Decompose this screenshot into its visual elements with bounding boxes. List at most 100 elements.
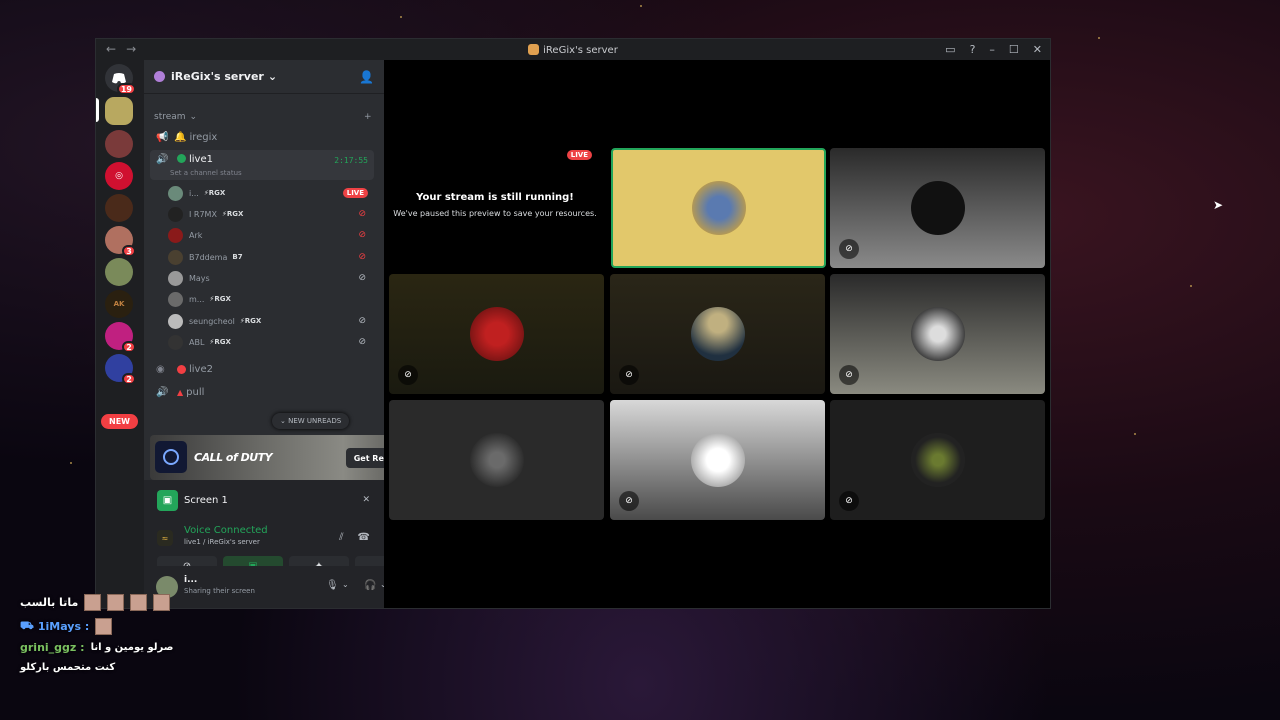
- close-button[interactable]: ✕: [1033, 43, 1042, 56]
- muted-mic-icon: ⊘: [619, 365, 639, 385]
- live-badge: LIVE: [566, 150, 592, 160]
- voice-tools: ⫽ ☎: [339, 532, 370, 543]
- avatar: [469, 433, 524, 487]
- voice-user[interactable]: i... ⚡RGX LIVE: [168, 183, 374, 203]
- chat-user: 1iMays :: [37, 620, 90, 633]
- channel-status[interactable]: Set a channel status: [170, 169, 242, 177]
- voice-status: Voice Connected: [184, 525, 268, 536]
- mouse-cursor-icon: ➤: [1213, 198, 1224, 212]
- server-icon-8[interactable]: 2: [105, 322, 136, 353]
- screen-row[interactable]: ▣ Screen 1: [157, 490, 228, 511]
- new-unreads-pill[interactable]: ⌄ NEW UNREADS: [272, 413, 350, 429]
- server-icon-4[interactable]: [105, 194, 133, 222]
- server-name: iReGix's server: [171, 70, 264, 83]
- voice-user[interactable]: B7ddema B7 ⊘: [168, 247, 374, 267]
- user-name: B7ddema: [189, 252, 228, 262]
- channel-live1[interactable]: 🔊 live1 2:17:55 Set a channel status: [150, 150, 374, 180]
- avatar: [690, 433, 745, 487]
- direct-messages-button[interactable]: 19: [105, 64, 136, 95]
- call-timer: 2:17:55: [334, 156, 368, 165]
- screen-share-icon: ▣: [157, 490, 178, 511]
- voice-user[interactable]: Mays ⊘: [168, 268, 374, 288]
- voice-location: live1 / iReGix's server: [184, 538, 260, 546]
- add-channel-icon[interactable]: +: [364, 112, 372, 122]
- voice-user[interactable]: Ark ⊘: [168, 225, 374, 245]
- discord-logo-icon: [112, 72, 126, 83]
- server-icon-3[interactable]: ◎: [105, 162, 133, 190]
- inbox-icon[interactable]: ▭: [945, 43, 955, 56]
- voice-user[interactable]: ABL ⚡RGX ⊘: [168, 332, 374, 352]
- server-irgix[interactable]: [105, 97, 133, 125]
- stream-paused-notice: LIVE Your stream is still running! We've…: [388, 148, 602, 268]
- minimize-button[interactable]: –: [989, 43, 995, 56]
- participant-tile[interactable]: ⊘: [830, 148, 1045, 268]
- star: [640, 5, 642, 7]
- badge-icon: ⛟: [20, 619, 34, 632]
- unreads-label: NEW UNREADS: [288, 417, 342, 425]
- emote-icon: [130, 594, 148, 611]
- avatar: [910, 307, 965, 361]
- server-icon-7[interactable]: AK: [105, 290, 133, 318]
- user-name: Ark: [189, 230, 203, 240]
- user-name: ABL: [189, 337, 205, 347]
- category-label: stream: [154, 112, 186, 122]
- participant-tile[interactable]: ⊘: [389, 274, 604, 394]
- avatar: [691, 181, 746, 235]
- disconnect-icon[interactable]: ☎: [358, 532, 370, 543]
- server-badge: 3: [122, 245, 136, 257]
- channel-iregix[interactable]: 📢 🔔 iregix: [150, 127, 374, 147]
- user-tag: ⚡RGX: [221, 210, 244, 218]
- category-stream[interactable]: stream ⌄ +: [154, 112, 372, 122]
- chat-user: grini_ggz :: [20, 641, 85, 654]
- server-badge: 2: [122, 373, 136, 385]
- channel-live2[interactable]: ◉ live2: [150, 359, 374, 379]
- server-header[interactable]: iReGix's server ⌄ 👤: [144, 60, 384, 94]
- voice-user[interactable]: m... ⚡RGX: [168, 289, 374, 309]
- invite-people-icon[interactable]: 👤: [359, 70, 374, 84]
- server-icon-5[interactable]: 3: [105, 226, 136, 257]
- new-unreads-badge[interactable]: NEW: [101, 414, 138, 429]
- participant-tile[interactable]: [611, 148, 826, 268]
- participant-tile[interactable]: ⊘: [830, 274, 1045, 394]
- speaker-icon: 🔊: [156, 154, 169, 165]
- star: [1134, 433, 1136, 435]
- close-screen-icon[interactable]: ✕: [362, 495, 370, 505]
- avatar: [168, 313, 183, 329]
- muted-mic-icon: ⊘: [358, 337, 366, 347]
- voice-user[interactable]: seungcheol ⚡RGX ⊘: [168, 311, 374, 331]
- user-name: i...: [189, 188, 199, 198]
- participant-tile[interactable]: [389, 400, 604, 520]
- star: [400, 16, 402, 18]
- channel-sidebar: iReGix's server ⌄ 👤 stream ⌄ + 📢 🔔 iregi…: [144, 60, 426, 608]
- chevron-down-icon[interactable]: ⌄: [342, 580, 349, 589]
- voice-user[interactable]: I R7MX ⚡RGX ⊘: [168, 204, 374, 224]
- channel-pull[interactable]: 🔊 ▲ pull: [150, 382, 374, 402]
- help-icon[interactable]: ?: [970, 43, 976, 56]
- paused-text: We've paused this preview to save your r…: [393, 209, 597, 218]
- emote-icon: [84, 594, 102, 611]
- star: [1098, 37, 1100, 39]
- avatar: [168, 249, 183, 265]
- stage-icon: ◉: [156, 363, 165, 375]
- participant-tile[interactable]: ⊘: [830, 400, 1045, 520]
- avatar: [168, 206, 183, 222]
- maximize-button[interactable]: ☐: [1009, 43, 1019, 56]
- user-status: Sharing their screen: [184, 587, 255, 595]
- muted-mic-icon: ⊘: [358, 316, 366, 326]
- muted-mic-icon: ⊘: [358, 273, 366, 283]
- microphone-icon[interactable]: 🎙: [326, 580, 339, 591]
- red-dot-icon: [177, 364, 186, 374]
- server-icon-6[interactable]: [105, 258, 133, 286]
- server-icon-2[interactable]: [105, 130, 133, 158]
- chevron-down-icon: ⌄: [189, 112, 198, 122]
- star: [70, 462, 72, 464]
- avatar: [690, 307, 745, 361]
- emote-icon: [95, 618, 113, 635]
- participant-tile[interactable]: ⊘: [610, 400, 825, 520]
- bell-icon: 🔔: [174, 131, 187, 143]
- noise-suppression-icon[interactable]: ⫽: [339, 532, 343, 543]
- headphones-icon[interactable]: 🎧: [364, 580, 376, 591]
- server-icon-9[interactable]: 2: [105, 354, 136, 385]
- participant-tile[interactable]: ⊘: [610, 274, 825, 394]
- muted-mic-icon: ⊘: [358, 252, 366, 262]
